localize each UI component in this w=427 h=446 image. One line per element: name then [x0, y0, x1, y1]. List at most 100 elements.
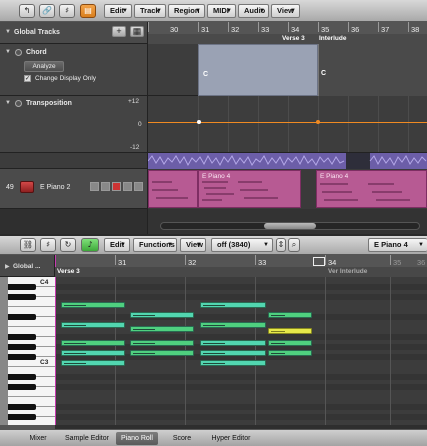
transposition-point[interactable]	[197, 120, 201, 124]
global-track-view-button[interactable]: ▦	[130, 26, 144, 37]
menu-edit[interactable]: Edit ▼	[104, 4, 132, 18]
midi-note[interactable]	[200, 360, 266, 366]
track-protect-icon[interactable]	[15, 100, 22, 107]
search-button[interactable]: ⌕	[288, 238, 300, 252]
black-key[interactable]	[8, 354, 36, 360]
black-key[interactable]	[8, 294, 36, 300]
disclosure-triangle-icon[interactable]: ▶	[5, 263, 10, 270]
playhead[interactable]	[55, 277, 56, 425]
black-key[interactable]	[8, 314, 36, 320]
black-key[interactable]	[8, 284, 36, 290]
bar-tick	[115, 255, 116, 265]
pr-menu-view[interactable]: View ▼	[180, 238, 206, 252]
sharp-button[interactable]: ♯	[40, 238, 56, 252]
chord-region[interactable]: C	[318, 44, 427, 96]
bar-number: 35	[393, 258, 402, 267]
midi-note[interactable]	[61, 322, 125, 328]
input-monitor-button[interactable]	[134, 182, 143, 191]
midi-note[interactable]	[61, 360, 125, 366]
menu-midi[interactable]: MIDI ▼	[207, 4, 236, 18]
black-key[interactable]	[8, 344, 36, 350]
midi-note[interactable]	[268, 328, 312, 334]
marker-interlude[interactable]: Interlude	[319, 35, 346, 42]
tab-score[interactable]: Score	[162, 432, 202, 445]
audio-waveform[interactable]	[148, 153, 427, 169]
stepper-icon: ⇕	[277, 240, 285, 249]
midi-note[interactable]	[61, 302, 125, 308]
quantize-select[interactable]: off (3840) ▼	[211, 238, 273, 252]
tab-hyper-editor[interactable]: Hyper Editor	[205, 432, 257, 445]
region-name-field[interactable]: E Piano 4 ▼	[368, 238, 427, 252]
add-global-track-button[interactable]: +	[112, 26, 126, 37]
midi-note[interactable]	[200, 340, 266, 346]
freeze-button[interactable]	[123, 182, 132, 191]
piano-keyboard[interactable]: C4 C3	[0, 277, 55, 425]
menu-track[interactable]: Track ▼	[134, 4, 166, 18]
midi-note-marks	[152, 181, 410, 201]
region-name-value: E Piano 4	[374, 240, 408, 249]
arrange-area[interactable]: C C E Piano 4 E Piano 4	[148, 44, 427, 209]
midi-note[interactable]	[130, 326, 194, 332]
transposition-point[interactable]	[316, 120, 320, 124]
piano-roll-ruler[interactable]: 31 32 33 34 35 36 Verse 3 Ver Interlude	[55, 255, 427, 277]
midi-note[interactable]	[200, 302, 266, 308]
disclosure-triangle-icon[interactable]: ▼	[5, 49, 11, 55]
disclosure-triangle-icon[interactable]: ▼	[5, 29, 11, 35]
bar-number: 33	[261, 25, 270, 34]
scrollbar-thumb[interactable]	[264, 223, 316, 229]
pr-menu-functions[interactable]: Functions ▼	[133, 238, 177, 252]
chord-region-selected[interactable]: C	[198, 44, 318, 96]
tab-mixer[interactable]: Mixer	[18, 432, 58, 445]
black-key[interactable]	[8, 374, 36, 380]
change-display-checkbox[interactable]: ✓	[24, 75, 31, 82]
marker-verse-3[interactable]: Verse 3	[282, 35, 305, 42]
tab-sample-editor[interactable]: Sample Editor	[60, 432, 114, 445]
midi-note[interactable]	[268, 350, 312, 356]
tab-piano-roll[interactable]: Piano Roll	[116, 432, 158, 445]
instrument-track-header[interactable]: 49 E Piano 2	[0, 169, 148, 209]
midi-note[interactable]	[200, 350, 266, 356]
midi-note[interactable]	[130, 340, 194, 346]
bar-tick	[255, 255, 256, 265]
midi-note[interactable]	[200, 322, 266, 328]
audio-track-header[interactable]	[0, 153, 148, 169]
piano-roll-grid[interactable]	[55, 277, 427, 425]
midi-note[interactable]	[61, 340, 125, 346]
link-button[interactable]: ⛓	[20, 238, 36, 252]
midi-note[interactable]	[130, 312, 194, 318]
loop-button[interactable]: ↻	[60, 238, 76, 252]
marker-interlude[interactable]: Ver Interlude	[328, 268, 367, 275]
black-key[interactable]	[8, 384, 36, 390]
menu-region[interactable]: Region ▼	[168, 4, 205, 18]
midi-note[interactable]	[130, 350, 194, 356]
black-key[interactable]	[8, 414, 36, 420]
grid-view-button[interactable]: ▤	[80, 4, 96, 18]
midi-out-button[interactable]: ♪	[81, 238, 99, 252]
transposition-line[interactable]	[148, 122, 427, 123]
mute-button[interactable]	[90, 182, 99, 191]
note-velocity-line	[64, 305, 86, 306]
analyze-button[interactable]: Analyze	[24, 61, 64, 72]
black-key[interactable]	[8, 334, 36, 340]
disclosure-triangle-icon[interactable]: ▼	[5, 100, 11, 106]
black-key[interactable]	[8, 404, 36, 410]
link-button[interactable]: 🔗	[39, 4, 55, 18]
track-protect-icon[interactable]	[15, 49, 22, 56]
midi-note[interactable]	[61, 350, 125, 356]
note-velocity-line	[64, 343, 86, 344]
horizontal-scrollbar[interactable]	[160, 222, 420, 230]
global-tracks-header: ▼ Global Tracks + ▦	[0, 22, 148, 44]
midi-note[interactable]	[268, 312, 312, 318]
midi-note[interactable]	[268, 340, 312, 346]
quantize-stepper[interactable]: ⇕	[276, 238, 286, 252]
menu-view[interactable]: View ▼	[271, 4, 300, 18]
menu-audio[interactable]: Audio ▼	[238, 4, 269, 18]
pr-menu-edit[interactable]: Edit ▼	[104, 238, 130, 252]
sharp-button[interactable]: ♯	[59, 4, 75, 18]
arrange-ruler[interactable]: 30 31 32 33 34 35 36 37 38 Verse 3 Inter…	[148, 22, 427, 44]
catch-button[interactable]: ↰	[19, 4, 35, 18]
record-enable-button[interactable]	[112, 182, 121, 191]
marker-verse-3[interactable]: Verse 3	[57, 268, 80, 275]
solo-button[interactable]	[101, 182, 110, 191]
cycle-locator[interactable]	[313, 257, 325, 266]
